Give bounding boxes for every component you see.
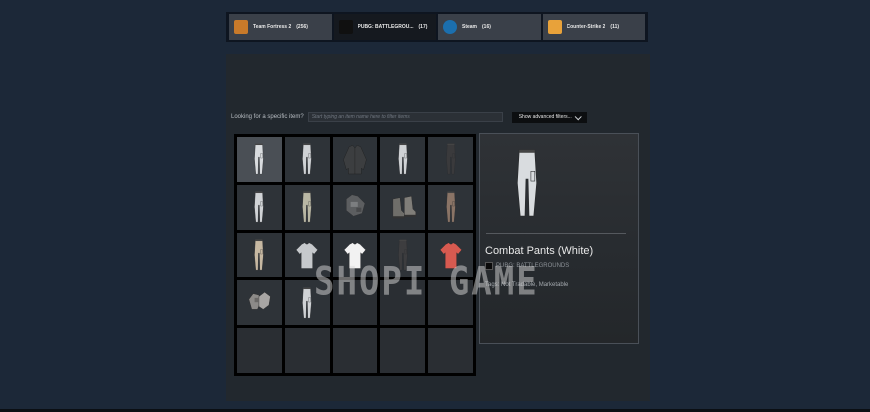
chevron-down-icon bbox=[574, 112, 582, 120]
pants-icon bbox=[254, 191, 265, 223]
jacket-icon bbox=[343, 145, 367, 175]
pants-icon bbox=[398, 143, 408, 175]
game-tabs: Team Fortress 2 (256) PUBG: BATTLEGROU... (… bbox=[226, 12, 648, 42]
pubg-icon bbox=[338, 20, 353, 34]
detail-divider bbox=[486, 233, 626, 234]
boots-icon bbox=[392, 196, 416, 219]
tab-pubg[interactable]: PUBG: BATTLEGROU... (17) bbox=[333, 14, 436, 40]
tab-count: (256) bbox=[296, 24, 308, 30]
inventory-slot[interactable] bbox=[284, 137, 330, 182]
inventory-slot[interactable] bbox=[332, 184, 378, 230]
inventory-slot-empty[interactable] bbox=[380, 328, 426, 373]
inventory-grid bbox=[234, 134, 476, 376]
advanced-filters-label: Show advanced filters... bbox=[518, 114, 572, 120]
tab-count: (16) bbox=[482, 24, 491, 30]
pants-icon bbox=[445, 143, 456, 175]
tab-count: (17) bbox=[418, 24, 428, 30]
inventory-slot[interactable] bbox=[428, 184, 473, 230]
gloves-icon bbox=[249, 291, 272, 310]
inventory-slot[interactable] bbox=[284, 184, 330, 230]
vest-icon bbox=[346, 194, 366, 217]
pants-icon bbox=[445, 191, 456, 223]
inventory-panel: Looking for a specific item? Show advanc… bbox=[226, 54, 650, 401]
tab-steam[interactable]: Steam (16) bbox=[438, 14, 541, 40]
inventory-slot[interactable] bbox=[332, 137, 378, 182]
tab-team-fortress-2[interactable]: Team Fortress 2 (256) bbox=[229, 14, 332, 40]
inventory-slot[interactable] bbox=[237, 137, 282, 182]
inventory-slot[interactable] bbox=[237, 232, 282, 278]
tab-count: (11) bbox=[610, 24, 620, 30]
filter-label: Looking for a specific item? bbox=[231, 114, 304, 120]
inventory-slot-empty[interactable] bbox=[428, 328, 473, 373]
inventory-slot-empty[interactable] bbox=[332, 328, 378, 373]
selected-item-image bbox=[516, 149, 538, 217]
pants-icon bbox=[254, 143, 265, 175]
steam-icon bbox=[443, 20, 457, 34]
filter-input[interactable] bbox=[307, 112, 503, 122]
inventory-slot[interactable] bbox=[237, 280, 282, 326]
advanced-filters-button[interactable]: Show advanced filters... bbox=[511, 111, 587, 123]
tab-label: PUBG: BATTLEGROU... bbox=[357, 24, 414, 30]
tab-counter-strike-2[interactable]: Counter-Strike 2 (11) bbox=[542, 14, 645, 40]
pants-icon bbox=[302, 191, 312, 223]
inventory-slot-empty[interactable] bbox=[237, 328, 282, 373]
tab-label: Counter-Strike 2 bbox=[566, 24, 606, 30]
inventory-slot[interactable] bbox=[380, 184, 426, 230]
tab-label: Team Fortress 2 bbox=[253, 24, 292, 30]
counter-strike-2-icon bbox=[547, 20, 562, 34]
inventory-slot[interactable] bbox=[237, 184, 282, 230]
item-detail-panel: Combat Pants (White) PUBG: BATTLEGROUNDS… bbox=[479, 133, 639, 344]
filter-row: Looking for a specific item? Show advanc… bbox=[231, 111, 587, 123]
watermark: SHOPI GAME bbox=[314, 259, 539, 305]
pants-icon bbox=[302, 143, 312, 175]
pants-icon bbox=[254, 239, 265, 271]
inventory-slot-empty[interactable] bbox=[284, 328, 330, 373]
item-name: Combat Pants (White) bbox=[485, 245, 594, 257]
tab-label: Steam bbox=[462, 24, 478, 30]
inventory-slot[interactable] bbox=[380, 137, 426, 182]
inventory-slot[interactable] bbox=[428, 137, 473, 182]
team-fortress-2-icon bbox=[234, 20, 248, 34]
